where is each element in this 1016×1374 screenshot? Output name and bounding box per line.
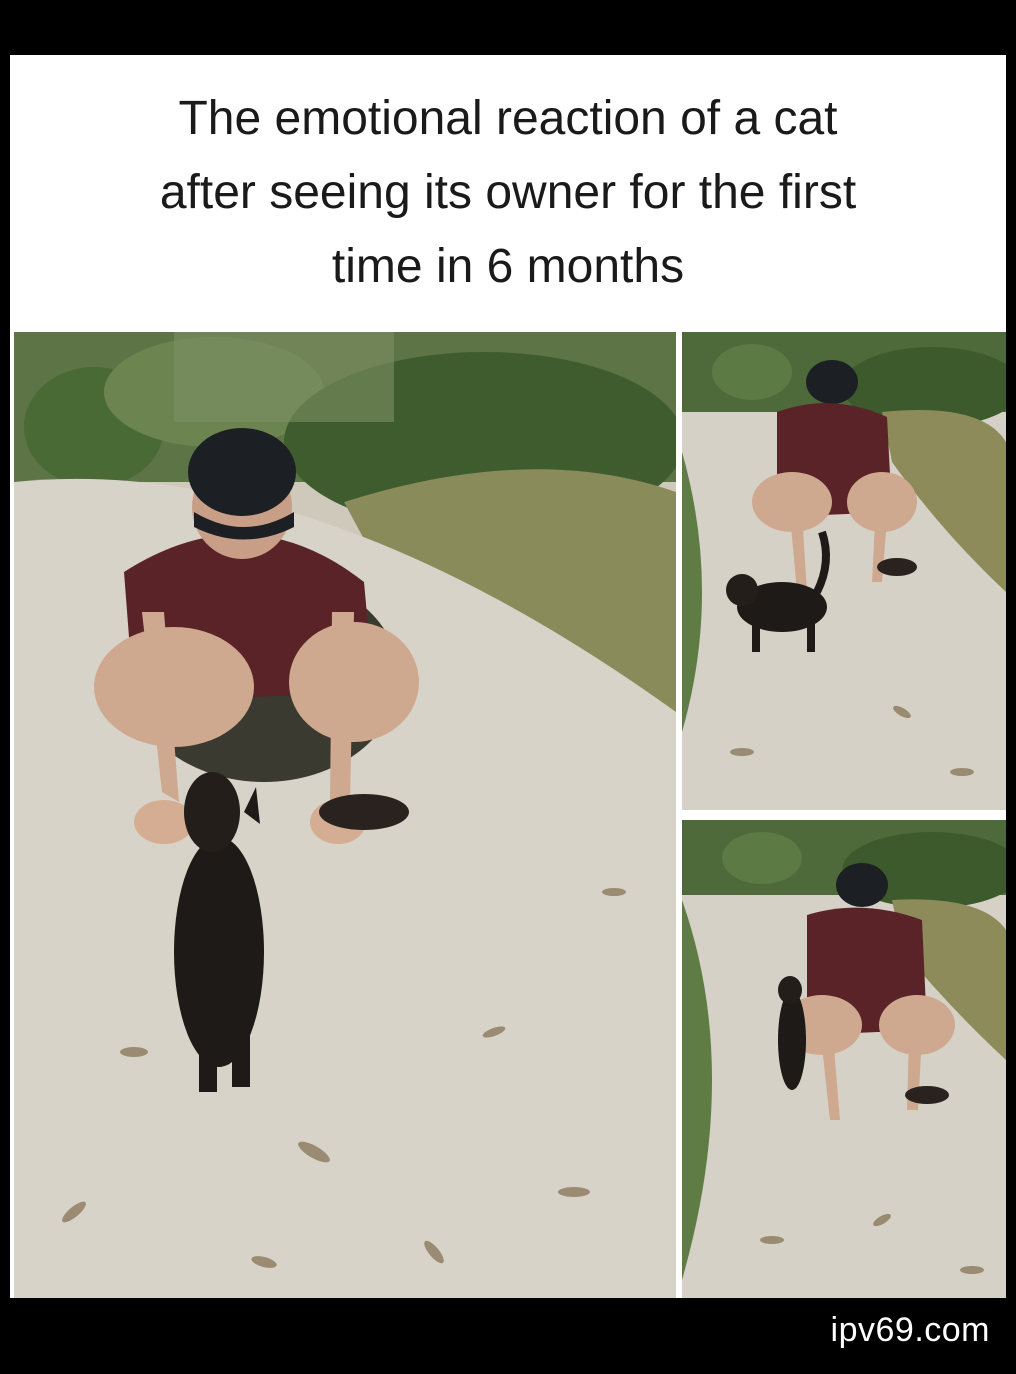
caption: The emotional reaction of a cat after se… xyxy=(10,55,1006,330)
caption-line-3: time in 6 months xyxy=(331,239,685,293)
caption-line-1: The emotional reaction of a cat xyxy=(178,91,838,145)
photo-top-right xyxy=(682,332,1006,810)
photo-bottom-right xyxy=(682,820,1006,1298)
caption-line-2: after seeing its owner for the first xyxy=(159,165,857,219)
photo-main xyxy=(14,332,676,1298)
watermark: ipv69.com xyxy=(830,1311,990,1349)
meme-frame: The emotional reaction of a cat after se… xyxy=(10,55,1006,1298)
